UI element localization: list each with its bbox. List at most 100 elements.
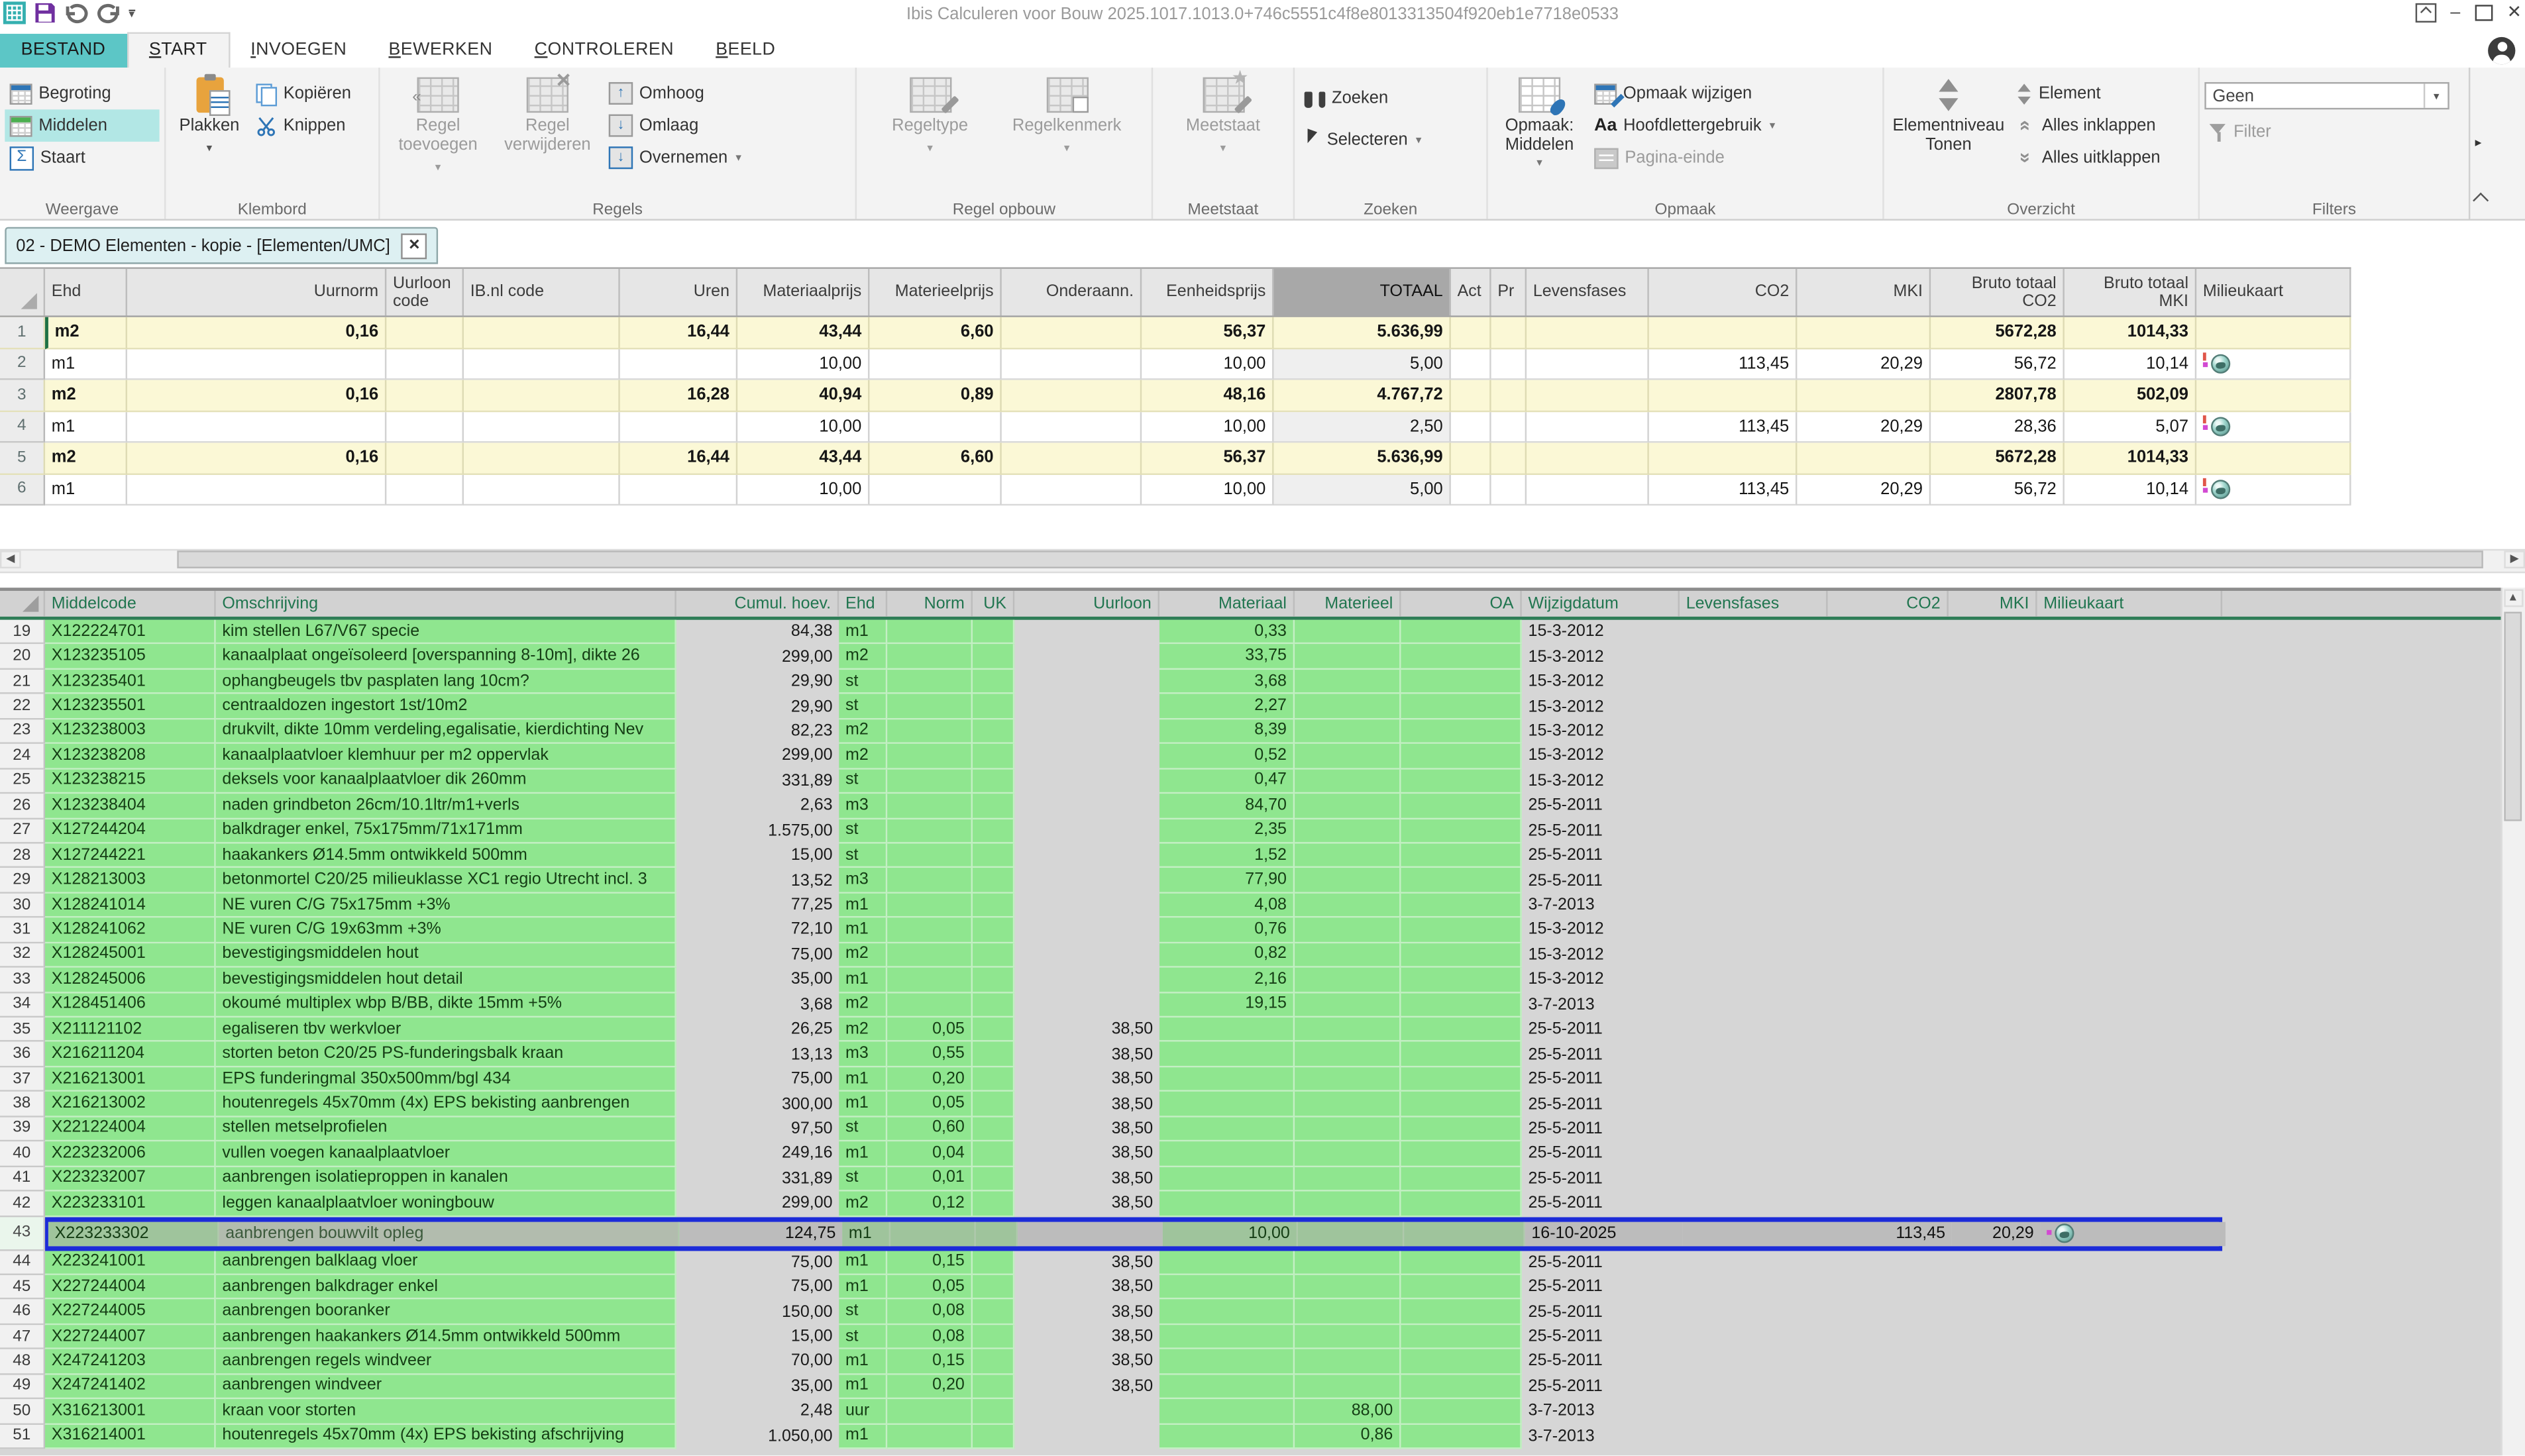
cell-materiaal[interactable]: 77,90 <box>1159 868 1295 894</box>
cell-oa[interactable] <box>1401 1167 1522 1192</box>
row-number[interactable]: 43 <box>0 1216 45 1250</box>
cell-wijzigdatum[interactable]: 25-5-2011 <box>1522 1117 1680 1142</box>
cell-norm[interactable]: 0,01 <box>887 1167 973 1192</box>
cell-co2[interactable] <box>1828 719 1949 745</box>
cell-co2[interactable] <box>1828 843 1949 868</box>
cell-oa[interactable] <box>1401 1142 1522 1167</box>
cell-uurloon-code[interactable] <box>386 348 464 380</box>
cell-oa[interactable] <box>1401 843 1522 868</box>
scroll-right-icon[interactable]: ▶ <box>2504 550 2525 568</box>
cell-materieelprijs[interactable] <box>869 411 1001 442</box>
row-number[interactable]: 29 <box>0 868 45 894</box>
cell-milieukaart[interactable] <box>2037 694 2223 719</box>
cell-wijzigdatum[interactable]: 15-3-2012 <box>1522 694 1680 719</box>
cell-totaal[interactable]: 2,50 <box>1274 411 1451 442</box>
pagina-einde-button[interactable]: Pagina-einde <box>1589 142 1780 174</box>
cell-mki[interactable] <box>1949 1325 2037 1350</box>
cell-cumul-hoev[interactable]: 300,00 <box>676 1092 839 1118</box>
cell-oa[interactable] <box>1401 819 1522 844</box>
cell-materiaalprijs[interactable]: 40,94 <box>737 380 869 411</box>
cell-norm[interactable]: 0,15 <box>887 1349 973 1375</box>
cell-milieukaart[interactable] <box>2037 1325 2223 1350</box>
cell-uurloon[interactable]: 38,50 <box>1014 1142 1159 1167</box>
cell-omschrijving[interactable]: NE vuren C/G 19x63mm +3% <box>216 918 676 943</box>
opmaak-middelen-button[interactable]: Opmaak: Middelen ▾ <box>1493 72 1586 174</box>
omlaag-button[interactable]: ↓Omlaag <box>604 109 746 142</box>
cell-oa[interactable] <box>1401 1399 1522 1424</box>
row-number[interactable]: 1 <box>0 317 45 348</box>
cell-uurloon[interactable] <box>1014 968 1159 993</box>
cell-cumul-hoev[interactable]: 26,25 <box>676 1017 839 1043</box>
cell-cumul-hoev[interactable]: 2,63 <box>676 794 839 819</box>
cell-materiaal[interactable] <box>1159 1192 1295 1217</box>
cell-materiaal[interactable] <box>1159 1043 1295 1068</box>
cell-middelcode[interactable]: X227244007 <box>45 1325 216 1350</box>
plakken-button[interactable]: Plakken ▾ <box>171 72 248 159</box>
cell-mki[interactable] <box>1949 1192 2037 1217</box>
document-tab[interactable]: 02 - DEMO Elementen - kopie - [Elementen… <box>5 227 438 264</box>
row-number[interactable]: 37 <box>0 1067 45 1092</box>
cell-uk[interactable] <box>973 794 1014 819</box>
row-number[interactable]: 48 <box>0 1349 45 1375</box>
cell-cumul-hoev[interactable]: 124,75 <box>680 1222 842 1245</box>
cell-materiaalprijs[interactable]: 43,44 <box>737 317 869 348</box>
cell-materiaal[interactable]: 19,15 <box>1159 993 1295 1018</box>
cell-materieel[interactable] <box>1295 1092 1401 1118</box>
cell-wijzigdatum[interactable]: 25-5-2011 <box>1522 1250 1680 1275</box>
document-close-icon[interactable]: ✕ <box>402 233 427 258</box>
regeltype-button[interactable]: Regeltype ▾ <box>879 72 982 159</box>
cell-norm[interactable]: 0,05 <box>887 1092 973 1118</box>
cell-mki[interactable] <box>1949 918 2037 943</box>
cell-act[interactable] <box>1451 442 1491 474</box>
cell-uk[interactable] <box>973 694 1014 719</box>
column-header-eenheidsprijs[interactable]: Eenheidsprijs <box>1142 269 1273 315</box>
milieukaart-globe-icon[interactable] <box>2047 1223 2076 1244</box>
cell-bruto-totaal-co2[interactable]: 2807,78 <box>1931 380 2065 411</box>
cell-norm[interactable]: 0,12 <box>887 1192 973 1217</box>
cell-middelcode[interactable]: X123235501 <box>45 694 216 719</box>
cell-uren[interactable] <box>620 411 737 442</box>
row-number[interactable]: 32 <box>0 943 45 968</box>
cell-bruto-totaal-mki[interactable]: 5,07 <box>2065 411 2196 442</box>
cell-co2[interactable] <box>1828 1250 1949 1275</box>
cell-wijzigdatum[interactable]: 25-5-2011 <box>1522 1375 1680 1400</box>
column-header-uurnorm[interactable]: Uurnorm <box>127 269 386 315</box>
cell-middelcode[interactable]: X127244221 <box>45 843 216 868</box>
cell-omschrijving[interactable]: aanbrengen regels windveer <box>216 1349 676 1375</box>
row-number[interactable]: 5 <box>0 442 45 474</box>
cell-materieel[interactable] <box>1295 670 1401 695</box>
cell-mki[interactable] <box>1949 694 2037 719</box>
cell-milieukaart[interactable] <box>2037 1192 2223 1217</box>
cell-middelcode[interactable]: X316214001 <box>45 1424 216 1449</box>
cell-middelcode[interactable]: X123238404 <box>45 794 216 819</box>
cell-milieukaart[interactable] <box>2037 645 2223 670</box>
cell-levensfases[interactable] <box>1680 1117 1828 1142</box>
cell-cumul-hoev[interactable]: 15,00 <box>676 1325 839 1350</box>
cell-wijzigdatum[interactable]: 15-3-2012 <box>1522 918 1680 943</box>
cell-norm[interactable] <box>887 620 973 645</box>
cell-cumul-hoev[interactable]: 299,00 <box>676 1192 839 1217</box>
cell-milieukaart[interactable] <box>2037 843 2223 868</box>
cell-mki[interactable] <box>1949 1275 2037 1300</box>
cell-cumul-hoev[interactable]: 72,10 <box>676 918 839 943</box>
cell-levensfases[interactable] <box>1680 670 1828 695</box>
row-number[interactable]: 6 <box>0 474 45 505</box>
cell-milieukaart[interactable] <box>2037 1167 2223 1192</box>
cell-levensfases[interactable] <box>1680 1399 1828 1424</box>
cell-milieukaart[interactable] <box>2037 968 2223 993</box>
row-number[interactable]: 27 <box>0 819 45 844</box>
cell-bruto-totaal-co2[interactable]: 5672,28 <box>1931 317 2065 348</box>
cell-materiaalprijs[interactable]: 10,00 <box>737 411 869 442</box>
cell-cumul-hoev[interactable]: 70,00 <box>676 1349 839 1375</box>
cell-wijzigdatum[interactable]: 25-5-2011 <box>1522 1192 1680 1217</box>
cell-oa[interactable] <box>1401 1067 1522 1092</box>
cell-oa[interactable] <box>1401 1325 1522 1350</box>
cell-levensfases[interactable] <box>1527 317 1649 348</box>
filter-button[interactable]: Filter <box>2204 116 2463 148</box>
cell-uurloon[interactable]: 38,50 <box>1014 1167 1159 1192</box>
cell-milieukaart[interactable] <box>2037 868 2223 894</box>
cell-co2[interactable] <box>1828 893 1949 918</box>
cell-materiaal[interactable]: 10,00 <box>1163 1222 1298 1245</box>
cell-mki[interactable] <box>1949 1250 2037 1275</box>
cell-materieel[interactable] <box>1295 1375 1401 1400</box>
